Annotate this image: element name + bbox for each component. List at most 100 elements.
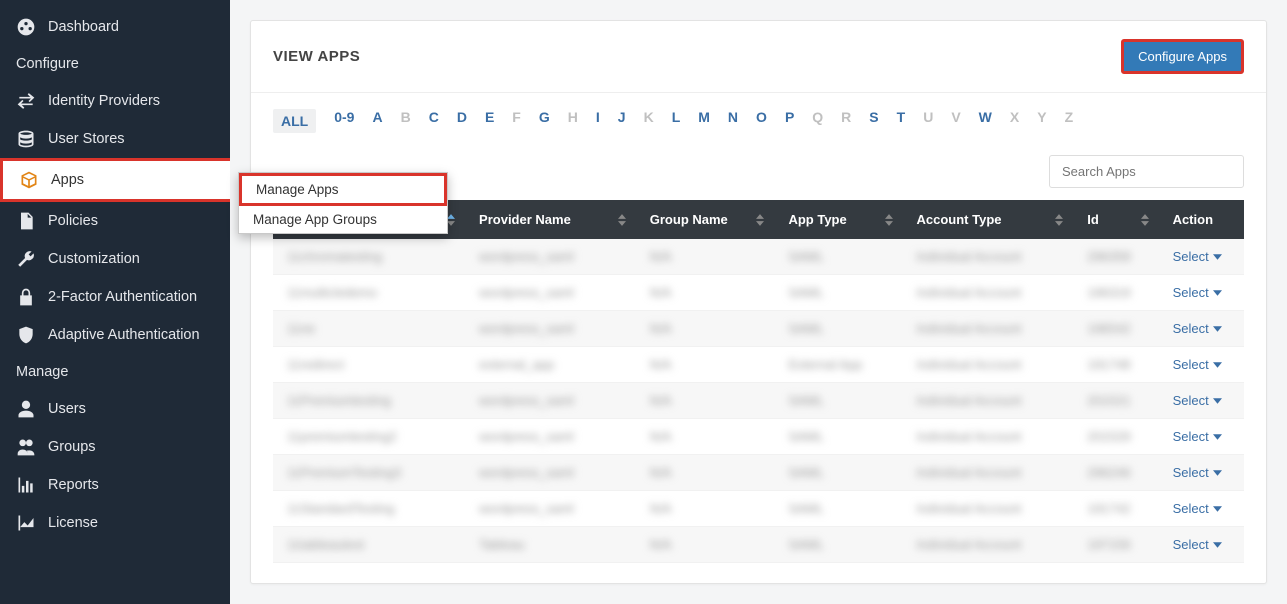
alpha-D[interactable]: D: [457, 109, 467, 133]
alpha-Y: Y: [1037, 109, 1046, 133]
page-header: VIEW APPS Configure Apps: [251, 21, 1266, 93]
table-cell: wordpress_saml: [465, 275, 636, 311]
sidebar-item-2fa[interactable]: 2-Factor Authentication: [0, 278, 230, 316]
search-input[interactable]: [1049, 155, 1244, 188]
select-dropdown[interactable]: Select: [1173, 285, 1222, 300]
alpha-C[interactable]: C: [429, 109, 439, 133]
sidebar-label: Users: [48, 401, 86, 417]
table-cell: SAML: [774, 311, 902, 347]
table-cell: 11Premiumtesting: [273, 383, 465, 419]
alpha-0-9[interactable]: 0-9: [334, 109, 354, 133]
th-app-type[interactable]: App Type: [774, 200, 902, 239]
alpha-S[interactable]: S: [869, 109, 878, 133]
sidebar-item-dashboard[interactable]: Dashboard: [0, 8, 230, 46]
table-cell-action: Select: [1159, 491, 1244, 527]
table-cell: SAML: [774, 383, 902, 419]
table-cell: Individual Account: [903, 239, 1074, 275]
select-dropdown[interactable]: Select: [1173, 357, 1222, 372]
table-cell: wordpress_saml: [465, 311, 636, 347]
table-cell: 11redirect: [273, 347, 465, 383]
table-cell: 196542: [1073, 311, 1158, 347]
table-cell: 196319: [1073, 275, 1158, 311]
table-cell: Individual Account: [903, 383, 1074, 419]
sidebar-item-groups[interactable]: Groups: [0, 428, 230, 466]
exchange-icon: [16, 91, 36, 111]
alpha-M[interactable]: M: [698, 109, 710, 133]
table-cell: Individual Account: [903, 311, 1074, 347]
caret-down-icon: [1213, 470, 1222, 476]
sidebar-item-user-stores[interactable]: User Stores: [0, 120, 230, 158]
alpha-filter: ALL 0-9ABCDEFGHIJKLMNOPQRSTUVWXYZ: [251, 93, 1266, 143]
table-cell: 11ne: [273, 311, 465, 347]
alpha-N[interactable]: N: [728, 109, 738, 133]
sidebar-label: Identity Providers: [48, 93, 160, 109]
table-cell: N/A: [636, 527, 775, 563]
table-cell-action: Select: [1159, 311, 1244, 347]
shield-icon: [16, 325, 36, 345]
sidebar-item-customization[interactable]: Customization: [0, 240, 230, 278]
sort-icon: [1055, 213, 1063, 226]
select-dropdown[interactable]: Select: [1173, 501, 1222, 516]
select-dropdown[interactable]: Select: [1173, 393, 1222, 408]
sort-icon: [618, 213, 626, 226]
alpha-G[interactable]: G: [539, 109, 550, 133]
alpha-J[interactable]: J: [618, 109, 626, 133]
area-chart-icon: [16, 513, 36, 533]
table-cell-action: Select: [1159, 347, 1244, 383]
table-cell: 201529: [1073, 419, 1158, 455]
table-cell: N/A: [636, 311, 775, 347]
table-cell-action: Select: [1159, 527, 1244, 563]
alpha-E[interactable]: E: [485, 109, 494, 133]
table-cell: N/A: [636, 239, 775, 275]
th-group-name[interactable]: Group Name: [636, 200, 775, 239]
dashboard-icon: [16, 17, 36, 37]
table-cell: Individual Account: [903, 347, 1074, 383]
sidebar-item-users[interactable]: Users: [0, 390, 230, 428]
sidebar-item-adaptive-auth[interactable]: Adaptive Authentication: [0, 316, 230, 354]
sidebar-item-identity-providers[interactable]: Identity Providers: [0, 82, 230, 120]
table-cell: Individual Account: [903, 527, 1074, 563]
alpha-O[interactable]: O: [756, 109, 767, 133]
document-icon: [16, 211, 36, 231]
alpha-B: B: [401, 109, 411, 133]
apps-dropdown-menu: Manage Apps Manage App Groups: [238, 172, 448, 234]
configure-apps-button[interactable]: Configure Apps: [1121, 39, 1244, 74]
select-dropdown[interactable]: Select: [1173, 429, 1222, 444]
th-provider-name[interactable]: Provider Name: [465, 200, 636, 239]
table-row: 11redirectexternal_appN/AExternal AppInd…: [273, 347, 1244, 383]
database-icon: [16, 129, 36, 149]
alpha-W[interactable]: W: [979, 109, 992, 133]
alpha-T[interactable]: T: [897, 109, 906, 133]
alpha-L[interactable]: L: [672, 109, 681, 133]
caret-down-icon: [1213, 290, 1222, 296]
alpha-P[interactable]: P: [785, 109, 794, 133]
sidebar-label: Reports: [48, 477, 99, 493]
sidebar: Dashboard Configure Identity Providers U…: [0, 0, 230, 604]
select-dropdown[interactable]: Select: [1173, 249, 1222, 264]
table-cell: 11multicledemo: [273, 275, 465, 311]
th-account-type[interactable]: Account Type: [903, 200, 1074, 239]
sidebar-item-policies[interactable]: Policies: [0, 202, 230, 240]
dropdown-manage-app-groups[interactable]: Manage App Groups: [239, 206, 447, 233]
select-dropdown[interactable]: Select: [1173, 537, 1222, 552]
table-row: 11premiumtesting2wordpress_samlN/ASAMLIn…: [273, 419, 1244, 455]
select-dropdown[interactable]: Select: [1173, 321, 1222, 336]
table-cell: N/A: [636, 491, 775, 527]
sidebar-item-reports[interactable]: Reports: [0, 466, 230, 504]
th-id[interactable]: Id: [1073, 200, 1158, 239]
select-dropdown[interactable]: Select: [1173, 465, 1222, 480]
table-cell-action: Select: [1159, 383, 1244, 419]
th-action: Action: [1159, 200, 1244, 239]
alpha-A[interactable]: A: [372, 109, 382, 133]
sidebar-item-license[interactable]: License: [0, 504, 230, 542]
caret-down-icon: [1213, 326, 1222, 332]
alpha-all[interactable]: ALL: [273, 109, 316, 133]
sort-icon: [885, 213, 893, 226]
dropdown-manage-apps[interactable]: Manage Apps: [239, 173, 447, 206]
table-cell: 197156: [1073, 527, 1158, 563]
table-row: 11Premiumtestingwordpress_samlN/ASAMLInd…: [273, 383, 1244, 419]
alpha-I[interactable]: I: [596, 109, 600, 133]
table-cell-action: Select: [1159, 239, 1244, 275]
box-icon: [19, 170, 39, 190]
sidebar-item-apps[interactable]: Apps: [0, 158, 231, 202]
